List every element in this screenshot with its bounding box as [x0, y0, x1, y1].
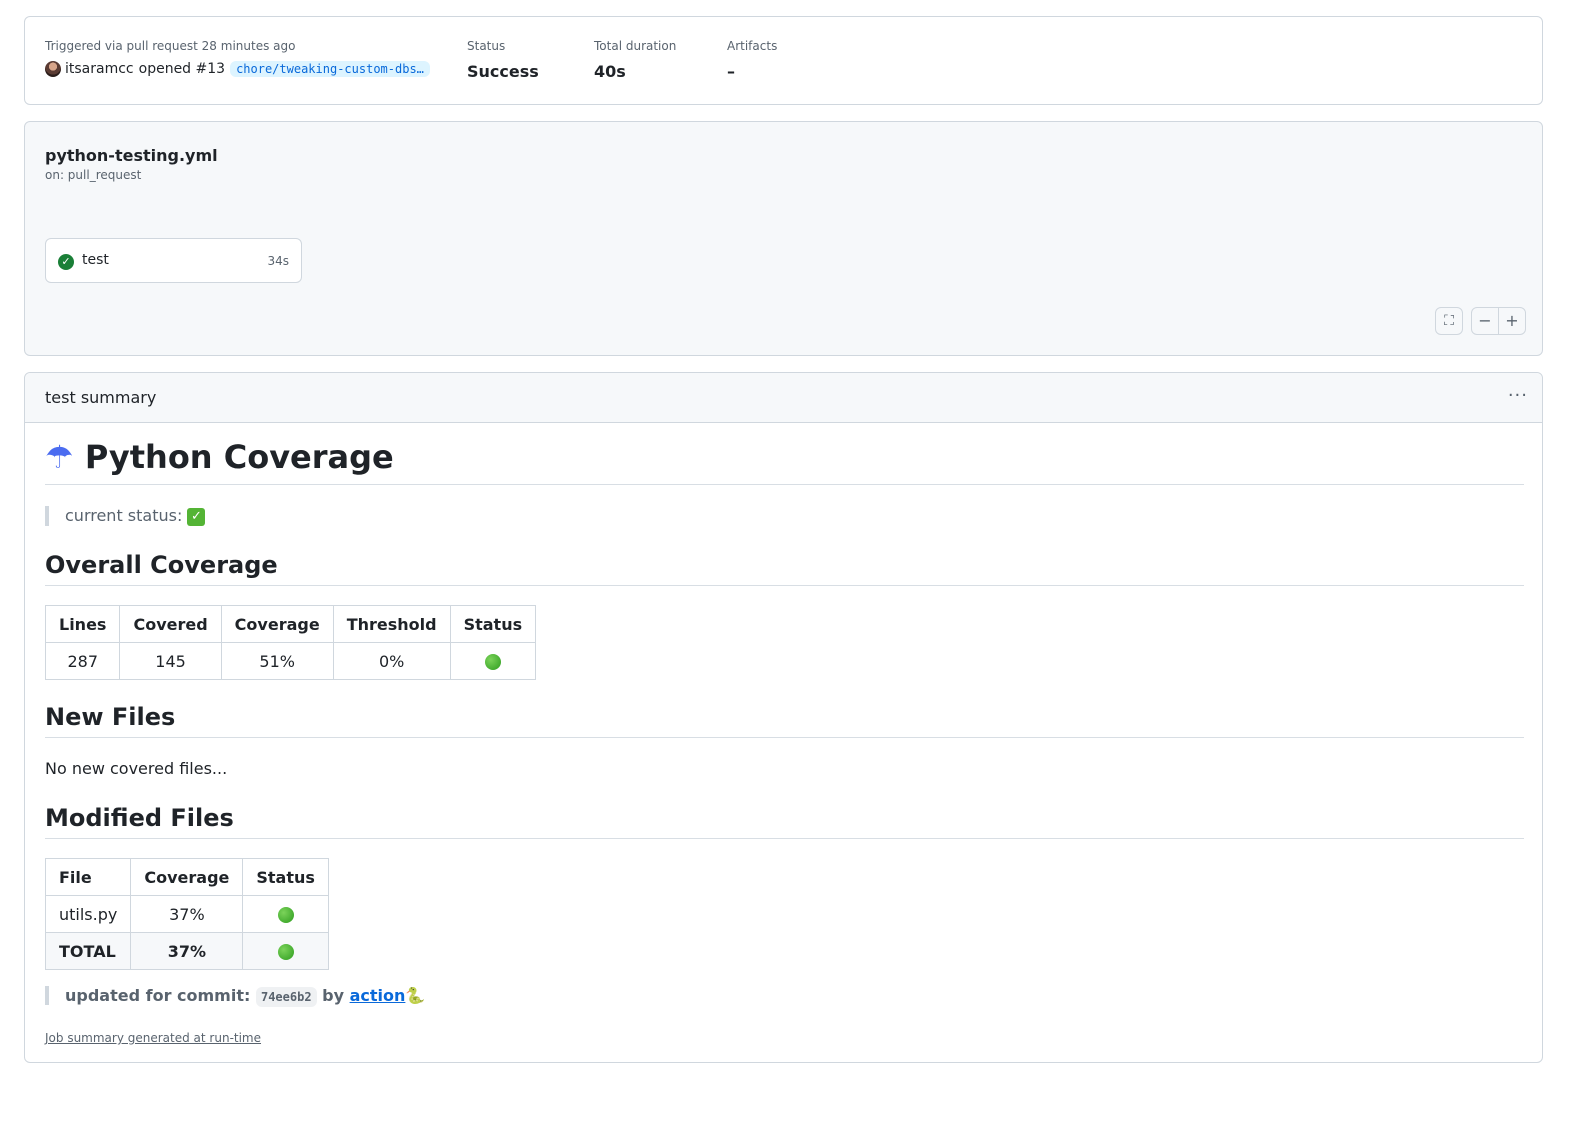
page-title-text: Python Coverage: [84, 438, 394, 476]
table-row-total: TOTAL 37%: [44, 932, 329, 970]
trigger-text: Triggered via pull request 28 minutes ag…: [45, 39, 296, 53]
action-text[interactable]: opened #13: [139, 61, 225, 77]
duration-value: 40s: [594, 62, 626, 81]
file-cell: utils.py: [44, 895, 132, 933]
duration-label: Total duration: [594, 39, 677, 53]
threshold-cell: 0%: [332, 642, 451, 680]
summary-header: test summary ···: [25, 373, 1542, 423]
overall-coverage-heading: Overall Coverage: [45, 551, 1524, 586]
new-files-text: No new covered files...: [45, 759, 228, 778]
green-circle-icon: [277, 944, 294, 960]
zoom-out-button[interactable]: −: [1471, 307, 1499, 335]
modified-files-table: File Coverage Status utils.py 37% TOTAL …: [44, 858, 329, 970]
run-summary-card: Triggered via pull request 28 minutes ag…: [24, 16, 1543, 105]
commit-quote: updated for commit: 74ee6b2 by action🐍: [45, 986, 426, 1007]
new-files-heading: New Files: [45, 703, 1524, 738]
coverage-cell: 51%: [220, 642, 334, 680]
zoom-in-button[interactable]: +: [1498, 307, 1526, 335]
kebab-menu-icon[interactable]: ···: [1508, 385, 1528, 406]
by-text: by: [322, 986, 345, 1005]
table-header: File: [44, 858, 132, 896]
workflow-graph: python-testing.yml on: pull_request ✓ te…: [24, 121, 1543, 356]
modified-files-heading: Modified Files: [45, 804, 1524, 839]
table-header: Coverage: [220, 605, 334, 643]
status-label: Status: [467, 39, 506, 53]
current-status-quote: current status: ✓: [45, 506, 206, 526]
trigger-line: itsaramcc opened #13 chore/tweaking-cust…: [45, 61, 430, 77]
job-name: test: [82, 252, 109, 268]
table-row: 287 145 51% 0%: [44, 642, 537, 680]
workflow-trigger: on: pull_request: [45, 168, 142, 182]
avatar[interactable]: [45, 61, 61, 77]
overall-coverage-table: Lines Covered Coverage Threshold Status …: [44, 605, 537, 680]
check-mark-icon: ✓: [187, 507, 206, 526]
status-value: Success: [467, 62, 539, 81]
umbrella-icon: ☂: [45, 438, 74, 476]
table-header: Covered: [119, 605, 222, 643]
actor-link[interactable]: itsaramcc: [65, 61, 134, 77]
status-cell: [242, 932, 329, 970]
artifacts-label: Artifacts: [727, 39, 778, 53]
branch-badge[interactable]: chore/tweaking-custom-dbs…: [230, 61, 430, 77]
table-header: Status: [242, 858, 329, 896]
artifacts-value: –: [727, 62, 735, 81]
status-cell: [449, 642, 537, 680]
test-summary-card: test summary ··· ☂ Python Coverage curre…: [24, 372, 1543, 1063]
job-duration: 34s: [267, 254, 289, 268]
workflow-file-name: python-testing.yml: [45, 146, 218, 165]
covered-cell: 145: [119, 642, 222, 680]
file-cell: TOTAL: [44, 932, 132, 970]
commit-prefix: updated for commit:: [65, 986, 251, 1005]
table-header: Coverage: [130, 858, 244, 896]
check-circle-icon: ✓: [58, 254, 74, 270]
table-row: utils.py 37%: [44, 895, 329, 933]
job-test[interactable]: ✓ test 34s: [45, 238, 302, 283]
snake-icon: 🐍: [405, 986, 426, 1005]
fullscreen-icon[interactable]: ⛶: [1435, 307, 1463, 335]
green-circle-icon: [277, 907, 294, 923]
table-header: Threshold: [332, 605, 451, 643]
job-summary-footnote[interactable]: Job summary generated at run-time: [45, 1031, 261, 1045]
summary-title: test summary: [45, 388, 157, 407]
coverage-cell: 37%: [130, 932, 244, 970]
action-link[interactable]: action: [350, 986, 406, 1005]
page-title: ☂ Python Coverage: [45, 438, 1524, 485]
current-status-label: current status:: [65, 506, 183, 525]
commit-sha: 74ee6b2: [255, 987, 317, 1007]
coverage-cell: 37%: [130, 895, 244, 933]
lines-cell: 287: [44, 642, 121, 680]
table-header: Lines: [44, 605, 121, 643]
green-circle-icon: [484, 654, 501, 670]
table-header: Status: [449, 605, 537, 643]
status-cell: [242, 895, 329, 933]
